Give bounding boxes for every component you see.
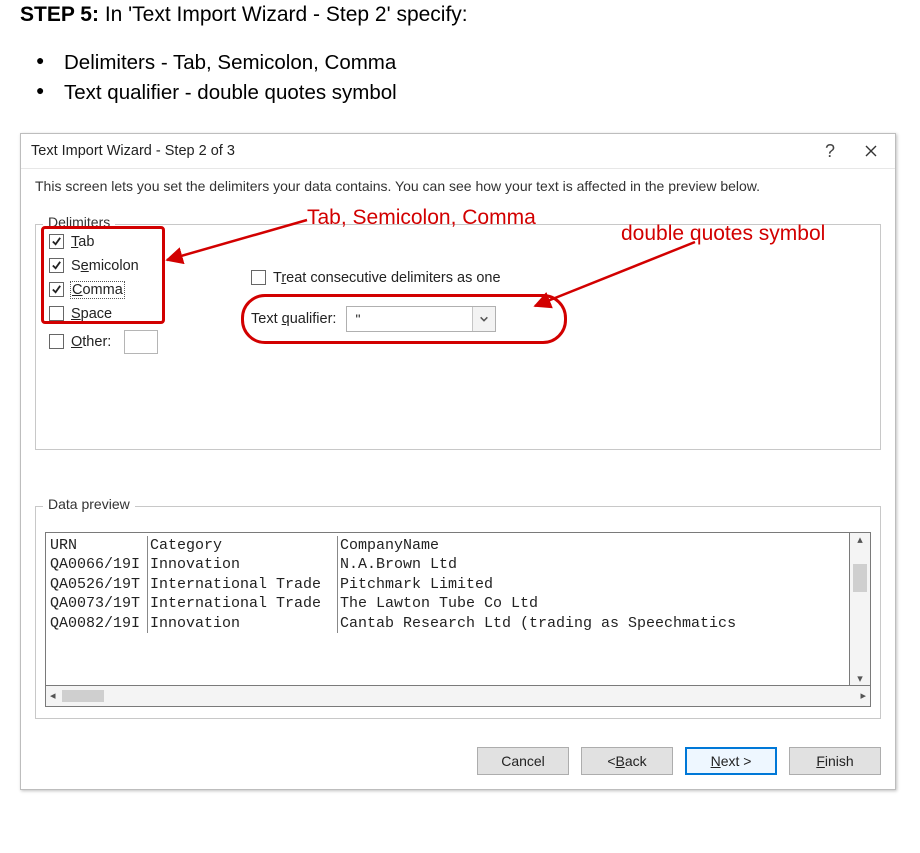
checkbox-other-label: ther:	[82, 334, 111, 350]
checkbox-comma[interactable]: Comma	[49, 282, 158, 298]
scroll-up-icon: ▴	[857, 533, 863, 546]
checkbox-comma-label: omma	[82, 282, 122, 298]
text-qualifier-label: Text qualifier:	[251, 311, 336, 327]
titlebar: Text Import Wizard - Step 2 of 3 ?	[21, 134, 895, 169]
annotation-delim-label: Tab, Semicolon, Comma	[307, 206, 536, 230]
step-line: STEP 5: In 'Text Import Wizard - Step 2'…	[20, 3, 900, 27]
text-qualifier-value: "	[355, 311, 360, 327]
delimiters-group: Delimiters Tab, Semicolon, Comma double …	[35, 214, 881, 450]
close-button[interactable]	[853, 139, 889, 163]
annotation-arrow-2	[525, 238, 705, 318]
cancel-button[interactable]: Cancel	[477, 747, 569, 775]
data-preview-group: Data preview URNCategoryCompanyNameQA006…	[35, 496, 881, 719]
help-button[interactable]: ?	[819, 142, 841, 160]
checkbox-consecutive-label: eat consecutive delimiters as one	[286, 270, 500, 286]
check-icon	[51, 260, 62, 271]
scroll-right-icon: ▸	[860, 689, 866, 702]
instruction-text: This screen lets you set the delimiters …	[35, 177, 881, 196]
checkbox-semicolon-label: micolon	[89, 258, 139, 274]
bullet-1: Delimiters - Tab, Semicolon, Comma	[36, 51, 900, 75]
check-icon	[51, 284, 62, 295]
finish-button[interactable]: Finish	[789, 747, 881, 775]
scroll-left-icon: ◂	[50, 689, 56, 702]
checkbox-space-label: pace	[81, 306, 112, 322]
preview-vertical-scrollbar[interactable]: ▴ ▾	[850, 532, 871, 686]
check-icon	[51, 236, 62, 247]
chevron-down-icon	[472, 307, 495, 331]
close-icon	[865, 145, 877, 157]
checkbox-tab-label: ab	[78, 234, 94, 250]
other-delimiter-input[interactable]	[124, 330, 158, 354]
step-label: STEP 5:	[20, 3, 99, 26]
step-text: In 'Text Import Wizard - Step 2' specify…	[105, 3, 468, 26]
next-button[interactable]: Next >	[685, 747, 777, 775]
bullet-2: Text qualifier - double quotes symbol	[36, 81, 900, 105]
checkbox-tab[interactable]: Tab	[49, 234, 158, 250]
annotation-qualifier-label: double quotes symbol	[621, 222, 825, 246]
back-button[interactable]: < Back	[581, 747, 673, 775]
checkbox-other[interactable]: Other:	[49, 330, 158, 354]
checkbox-space[interactable]: Space	[49, 306, 158, 322]
dialog-title: Text Import Wizard - Step 2 of 3	[31, 143, 235, 159]
text-qualifier-select[interactable]: "	[346, 306, 496, 332]
data-preview-legend: Data preview	[43, 496, 135, 512]
button-row: Cancel < Back Next > Finish	[21, 733, 895, 789]
checkbox-semicolon[interactable]: Semicolon	[49, 258, 158, 274]
delimiters-legend: Delimiters	[43, 214, 115, 230]
annotation-arrow-1	[157, 210, 307, 270]
data-preview: URNCategoryCompanyNameQA0066/19IInnovati…	[45, 532, 850, 686]
preview-horizontal-scrollbar[interactable]: ◂ ▸	[45, 686, 871, 707]
scroll-down-icon: ▾	[857, 672, 863, 685]
checkbox-consecutive[interactable]: Treat consecutive delimiters as one	[251, 270, 501, 286]
text-import-wizard-dialog: Text Import Wizard - Step 2 of 3 ? This …	[20, 133, 896, 790]
